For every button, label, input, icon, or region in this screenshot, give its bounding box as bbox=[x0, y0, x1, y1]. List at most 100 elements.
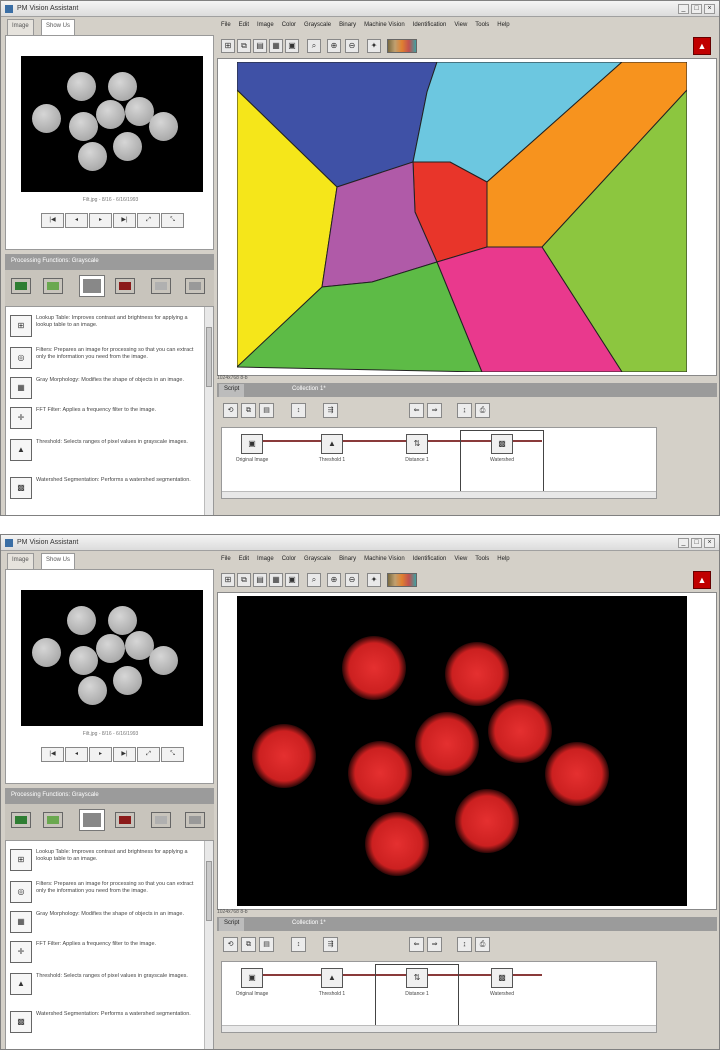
maximize-button[interactable]: □ bbox=[691, 4, 702, 14]
save-script-icon[interactable]: ▤ bbox=[259, 937, 274, 952]
processed-image[interactable] bbox=[235, 61, 688, 373]
step-icon[interactable]: ↕ bbox=[291, 403, 306, 418]
close-button[interactable]: × bbox=[704, 538, 715, 548]
function-item[interactable]: ✛ FFT Filter: Applies a frequency filter … bbox=[10, 941, 200, 963]
function-item[interactable]: ▲ Threshold: Selects ranges of pixel valu… bbox=[10, 439, 200, 461]
script-horizontal-scrollbar[interactable] bbox=[222, 1025, 656, 1032]
copy-icon[interactable]: ⧉ bbox=[237, 573, 251, 587]
function-item[interactable]: ▦ Gray Morphology: Modifies the shape of … bbox=[10, 911, 200, 933]
playback-button-0[interactable]: |◀ bbox=[41, 213, 64, 228]
grid-icon[interactable]: ⊞ bbox=[221, 573, 235, 587]
grayscale-category-icon[interactable] bbox=[79, 275, 105, 297]
function-item[interactable]: ▦ Gray Morphology: Modifies the shape of … bbox=[10, 377, 200, 399]
menu-grayscale[interactable]: Grayscale bbox=[300, 553, 335, 567]
new-script-icon[interactable]: ⟲ bbox=[223, 937, 238, 952]
menu-color[interactable]: Color bbox=[278, 553, 300, 567]
binary-category-icon[interactable] bbox=[115, 812, 135, 828]
run-icon[interactable]: ⇶ bbox=[323, 937, 338, 952]
save-script-icon[interactable]: ▤ bbox=[259, 403, 274, 418]
function-item[interactable]: ⊞ Lookup Table: Improves contrast and bri… bbox=[10, 849, 200, 871]
script-step[interactable]: ▲ Threshold 1 bbox=[302, 434, 362, 463]
zoom-in-icon[interactable]: ⊕ bbox=[327, 39, 341, 53]
function-item[interactable]: ⊞ Lookup Table: Improves contrast and bri… bbox=[10, 315, 200, 337]
script-tab-1[interactable]: Collection 1* bbox=[287, 918, 331, 931]
function-list-scrollbar[interactable] bbox=[204, 307, 213, 515]
step-icon[interactable]: ↕ bbox=[291, 937, 306, 952]
script-tab-0[interactable]: Script bbox=[219, 918, 245, 931]
menu-file[interactable]: File bbox=[217, 19, 235, 33]
menu-identification[interactable]: Identification bbox=[409, 19, 451, 33]
function-item[interactable]: ▲ Threshold: Selects ranges of pixel valu… bbox=[10, 973, 200, 995]
menu-help[interactable]: Help bbox=[493, 553, 513, 567]
settings-icon[interactable]: ✦ bbox=[367, 39, 381, 53]
menu-view[interactable]: View bbox=[450, 553, 471, 567]
image-info-icon[interactable]: ▣ bbox=[285, 39, 299, 53]
menu-tools[interactable]: Tools bbox=[471, 19, 493, 33]
machine-vision-category-icon[interactable] bbox=[151, 278, 171, 294]
back-icon[interactable]: ⇐ bbox=[409, 937, 424, 952]
left-tab-0[interactable]: Image bbox=[7, 553, 34, 569]
menu-machine-vision[interactable]: Machine Vision bbox=[360, 553, 409, 567]
scrollbar-thumb[interactable] bbox=[206, 861, 212, 921]
zoom-in-icon[interactable]: ⊕ bbox=[327, 573, 341, 587]
menu-machine-vision[interactable]: Machine Vision bbox=[360, 19, 409, 33]
script-step[interactable]: ▣ Original Image bbox=[222, 968, 282, 997]
settings-icon[interactable]: ✦ bbox=[367, 573, 381, 587]
playback-button-3[interactable]: ▶| bbox=[113, 213, 136, 228]
playback-button-4[interactable]: ⤢ bbox=[137, 747, 160, 762]
scrollbar-thumb[interactable] bbox=[206, 327, 212, 387]
script-tab-0[interactable]: Script bbox=[219, 384, 245, 397]
processed-image[interactable] bbox=[237, 596, 687, 906]
source-image-thumbnail[interactable] bbox=[21, 590, 203, 726]
menu-grayscale[interactable]: Grayscale bbox=[300, 19, 335, 33]
script-step[interactable]: ⇅ Distance 1 bbox=[387, 434, 447, 463]
function-item[interactable]: ◎ Filters: Prepares an image for processi… bbox=[10, 881, 200, 903]
back-icon[interactable]: ⇐ bbox=[409, 403, 424, 418]
image-category-icon[interactable] bbox=[11, 278, 31, 294]
script-step[interactable]: ▩ Watershed bbox=[472, 968, 532, 997]
left-tab-1[interactable]: Show Us bbox=[41, 19, 76, 35]
maximize-button[interactable]: □ bbox=[691, 538, 702, 548]
left-tab-1[interactable]: Show Us bbox=[41, 553, 76, 569]
move-icon[interactable]: ↨ bbox=[457, 937, 472, 952]
minimize-button[interactable]: _ bbox=[678, 4, 689, 14]
image-info-icon[interactable]: ▣ bbox=[285, 573, 299, 587]
menu-help[interactable]: Help bbox=[493, 19, 513, 33]
machine-vision-category-icon[interactable] bbox=[151, 812, 171, 828]
script-step[interactable]: ▣ Original Image bbox=[222, 434, 282, 463]
playback-button-5[interactable]: ⤡ bbox=[161, 213, 184, 228]
script-horizontal-scrollbar[interactable] bbox=[222, 491, 656, 498]
function-item[interactable]: ✛ FFT Filter: Applies a frequency filter … bbox=[10, 407, 200, 429]
function-item[interactable]: ◎ Filters: Prepares an image for processi… bbox=[10, 347, 200, 369]
menu-identification[interactable]: Identification bbox=[409, 553, 451, 567]
palette-icon[interactable] bbox=[387, 39, 417, 53]
grayscale-category-icon[interactable] bbox=[79, 809, 105, 831]
grid-icon[interactable]: ⊞ bbox=[221, 39, 235, 53]
playback-button-4[interactable]: ⤢ bbox=[137, 213, 160, 228]
minimize-button[interactable]: _ bbox=[678, 538, 689, 548]
move-icon[interactable]: ↨ bbox=[457, 403, 472, 418]
playback-button-2[interactable]: ▸ bbox=[89, 747, 112, 762]
export-icon[interactable]: ⎙ bbox=[475, 937, 490, 952]
playback-button-1[interactable]: ◂ bbox=[65, 213, 88, 228]
open-script-icon[interactable]: ⧉ bbox=[241, 937, 256, 952]
copy-icon[interactable]: ⧉ bbox=[237, 39, 251, 53]
zoom-out-icon[interactable]: ⊖ bbox=[345, 573, 359, 587]
close-button[interactable]: × bbox=[704, 4, 715, 14]
color-category-icon[interactable] bbox=[43, 812, 63, 828]
run-icon[interactable]: ⇶ bbox=[323, 403, 338, 418]
menu-binary[interactable]: Binary bbox=[335, 553, 360, 567]
playback-button-3[interactable]: ▶| bbox=[113, 747, 136, 762]
save-icon[interactable]: ▤ bbox=[253, 573, 267, 587]
function-item[interactable]: ▩ Watershed Segmentation: Performs a wate… bbox=[10, 477, 200, 499]
menu-color[interactable]: Color bbox=[278, 19, 300, 33]
script-tab-1[interactable]: Collection 1* bbox=[287, 384, 331, 397]
menu-edit[interactable]: Edit bbox=[235, 553, 253, 567]
forward-icon[interactable]: ⇒ bbox=[427, 937, 442, 952]
playback-button-1[interactable]: ◂ bbox=[65, 747, 88, 762]
zoom-icon[interactable]: ⌕ bbox=[307, 573, 321, 587]
script-step[interactable]: ▲ Threshold 1 bbox=[302, 968, 362, 997]
menu-file[interactable]: File bbox=[217, 553, 235, 567]
histogram-icon[interactable]: ▦ bbox=[269, 573, 283, 587]
function-list-scrollbar[interactable] bbox=[204, 841, 213, 1049]
